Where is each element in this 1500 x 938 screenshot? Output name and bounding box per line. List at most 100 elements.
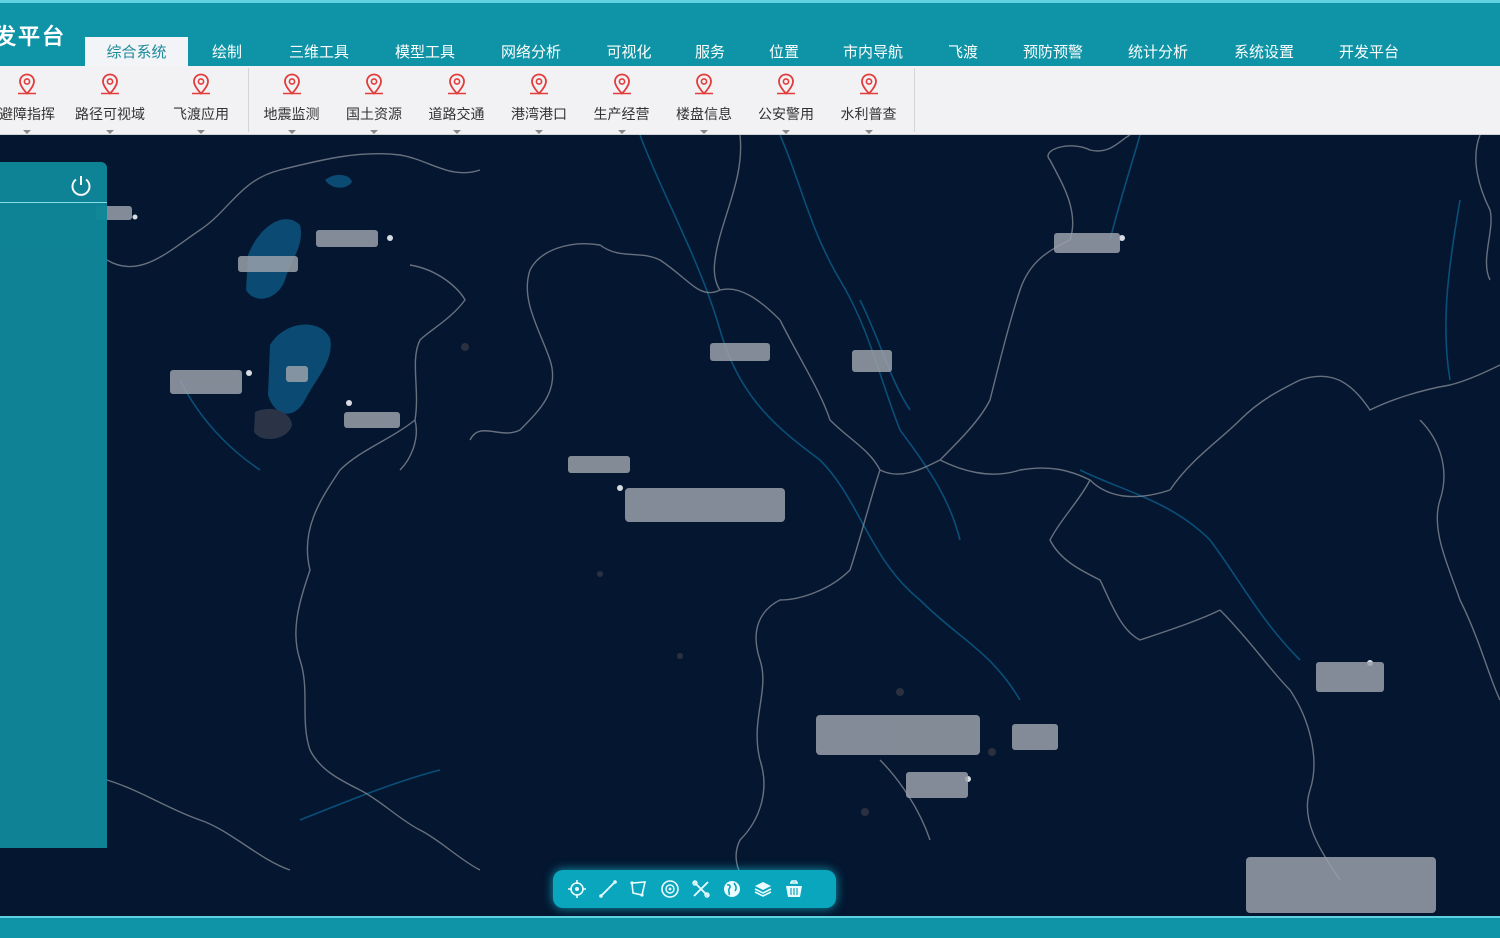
tab-statistics[interactable]: 统计分析 — [1104, 37, 1212, 69]
ribbon-group-industry: 地震监测 国土资源 道路交通 港湾港口 生产经营 楼盘信息 公安警用 水利普查 — [250, 66, 910, 134]
clear-button[interactable] — [778, 874, 809, 904]
map-canvas — [96, 135, 1500, 913]
tools-button[interactable] — [685, 874, 716, 904]
compass-icon — [660, 880, 679, 898]
tab-draw[interactable]: 绘制 — [188, 37, 266, 69]
locate-icon — [567, 880, 586, 898]
ribbon-item-label: 生产经营 — [593, 107, 650, 123]
location-pin-icon — [530, 73, 548, 95]
ribbon-item-label: 路径可视域 — [75, 107, 145, 123]
map-label-8 — [625, 488, 785, 522]
chevron-down-icon — [452, 130, 461, 134]
map-label-5 — [344, 412, 400, 428]
tab-3d-tools[interactable]: 三维工具 — [266, 37, 372, 69]
ribbon-item-label: 水利普查 — [840, 107, 897, 123]
location-pin-icon — [612, 73, 631, 95]
map-label-12 — [1316, 662, 1384, 692]
chevron-down-icon — [197, 130, 205, 134]
map-label-10 — [852, 350, 892, 372]
chevron-down-icon — [23, 130, 31, 134]
ribbon-item-label: 公安警用 — [758, 107, 814, 123]
tab-services[interactable]: 服务 — [674, 37, 746, 69]
map-toolbar — [553, 870, 836, 908]
tab-indoor-navigation[interactable]: 市内导航 — [822, 37, 924, 69]
ribbon-item-real-estate-info[interactable]: 楼盘信息 — [663, 66, 745, 134]
main-tabs: 综合系统 绘制 三维工具 模型工具 网络分析 可视化 服务 位置 市内导航 飞渡… — [85, 37, 1422, 69]
location-pin-icon — [192, 73, 210, 95]
power-icon[interactable] — [68, 173, 94, 199]
ribbon-item-earthquake-monitoring[interactable]: 地震监测 — [250, 66, 333, 134]
measure-area-button[interactable] — [623, 874, 654, 904]
chevron-down-icon — [700, 130, 708, 134]
measure-area-icon — [629, 881, 646, 897]
measure-line-button[interactable] — [592, 874, 623, 904]
tab-early-warning[interactable]: 预防预警 — [1002, 37, 1104, 69]
side-panel-header — [0, 162, 107, 203]
ribbon-group-app: 避障指挥 路径可视域 飞渡应用 — [0, 66, 246, 134]
boundaries — [106, 135, 1500, 901]
tab-location[interactable]: 位置 — [746, 37, 822, 69]
chevron-down-icon — [287, 130, 296, 134]
chevron-down-icon — [864, 130, 873, 134]
tab-system-settings[interactable]: 系统设置 — [1212, 37, 1316, 69]
map-label-14 — [1012, 724, 1058, 750]
ribbon-item-police-use[interactable]: 公安警用 — [745, 66, 827, 134]
ribbon-toolbar: 避障指挥 路径可视域 飞渡应用 地震监测 国土资源 道路交通 港湾港口 生产经营… — [0, 66, 1500, 135]
tab-network-analysis[interactable]: 网络分析 — [478, 37, 584, 69]
tab-model-tools[interactable]: 模型工具 — [372, 37, 478, 69]
ribbon-item-water-census[interactable]: 水利普查 — [827, 66, 910, 134]
locate-button[interactable] — [561, 874, 592, 904]
compass-button[interactable] — [654, 874, 685, 904]
top-bar: 发平台 综合系统 绘制 三维工具 模型工具 网络分析 可视化 服务 位置 市内导… — [0, 0, 1500, 69]
map-labels — [96, 206, 1436, 913]
ribbon-item-flythrough-app[interactable]: 飞渡应用 — [156, 66, 246, 134]
tab-flythrough[interactable]: 飞渡 — [924, 37, 1002, 69]
map-view[interactable] — [0, 135, 1500, 916]
chevron-down-icon — [370, 130, 378, 134]
clear-icon — [785, 880, 802, 897]
map-label-1 — [316, 230, 378, 247]
tab-integrated-system[interactable]: 综合系统 — [85, 37, 188, 69]
ribbon-item-obstacle-command[interactable]: 避障指挥 — [0, 66, 64, 134]
tab-visualization[interactable]: 可视化 — [584, 37, 674, 69]
tab-dev-platform[interactable]: 开发平台 — [1316, 37, 1422, 69]
location-pin-icon — [101, 73, 119, 95]
map-label-11 — [1054, 233, 1120, 253]
location-pin-icon — [777, 73, 795, 95]
ribbon-item-label: 楼盘信息 — [676, 107, 732, 123]
map-label-3 — [170, 370, 242, 394]
side-panel — [0, 162, 107, 848]
chevron-down-icon — [782, 130, 790, 134]
ribbon-item-label: 港湾港口 — [511, 107, 567, 123]
globe-button[interactable] — [716, 874, 747, 904]
ribbon-item-land-resources[interactable]: 国土资源 — [333, 66, 415, 134]
layers-button[interactable] — [747, 874, 778, 904]
location-pin-icon — [447, 73, 466, 95]
map-label-9 — [710, 343, 770, 361]
ribbon-item-label: 地震监测 — [263, 107, 320, 123]
ribbon-item-label: 国土资源 — [346, 107, 402, 123]
location-pin-icon — [695, 73, 713, 95]
ribbon-item-label: 飞渡应用 — [173, 107, 229, 123]
map-label-2 — [238, 256, 298, 272]
ribbon-item-harbor-port[interactable]: 港湾港口 — [498, 66, 580, 134]
ribbon-item-label: 避障指挥 — [0, 107, 55, 123]
chevron-down-icon — [617, 130, 626, 134]
ribbon-item-path-viewshed[interactable]: 路径可视域 — [64, 66, 156, 134]
ribbon-item-road-traffic[interactable]: 道路交通 — [415, 66, 498, 134]
status-bar — [0, 916, 1500, 938]
chevron-down-icon — [535, 130, 543, 134]
map-label-15 — [906, 772, 968, 798]
measure-line-icon — [598, 880, 617, 898]
map-label-4 — [286, 366, 308, 382]
app-title: 发平台 — [0, 25, 67, 50]
location-pin-icon — [365, 73, 383, 95]
map-label-16 — [1246, 857, 1436, 913]
map-label-7 — [568, 456, 630, 473]
location-pin-icon — [282, 73, 301, 95]
chevron-down-icon — [106, 130, 114, 134]
globe-icon — [723, 881, 740, 897]
ribbon-separator — [248, 68, 249, 132]
ribbon-item-production-operation[interactable]: 生产经营 — [580, 66, 663, 134]
layers-icon — [754, 882, 771, 897]
